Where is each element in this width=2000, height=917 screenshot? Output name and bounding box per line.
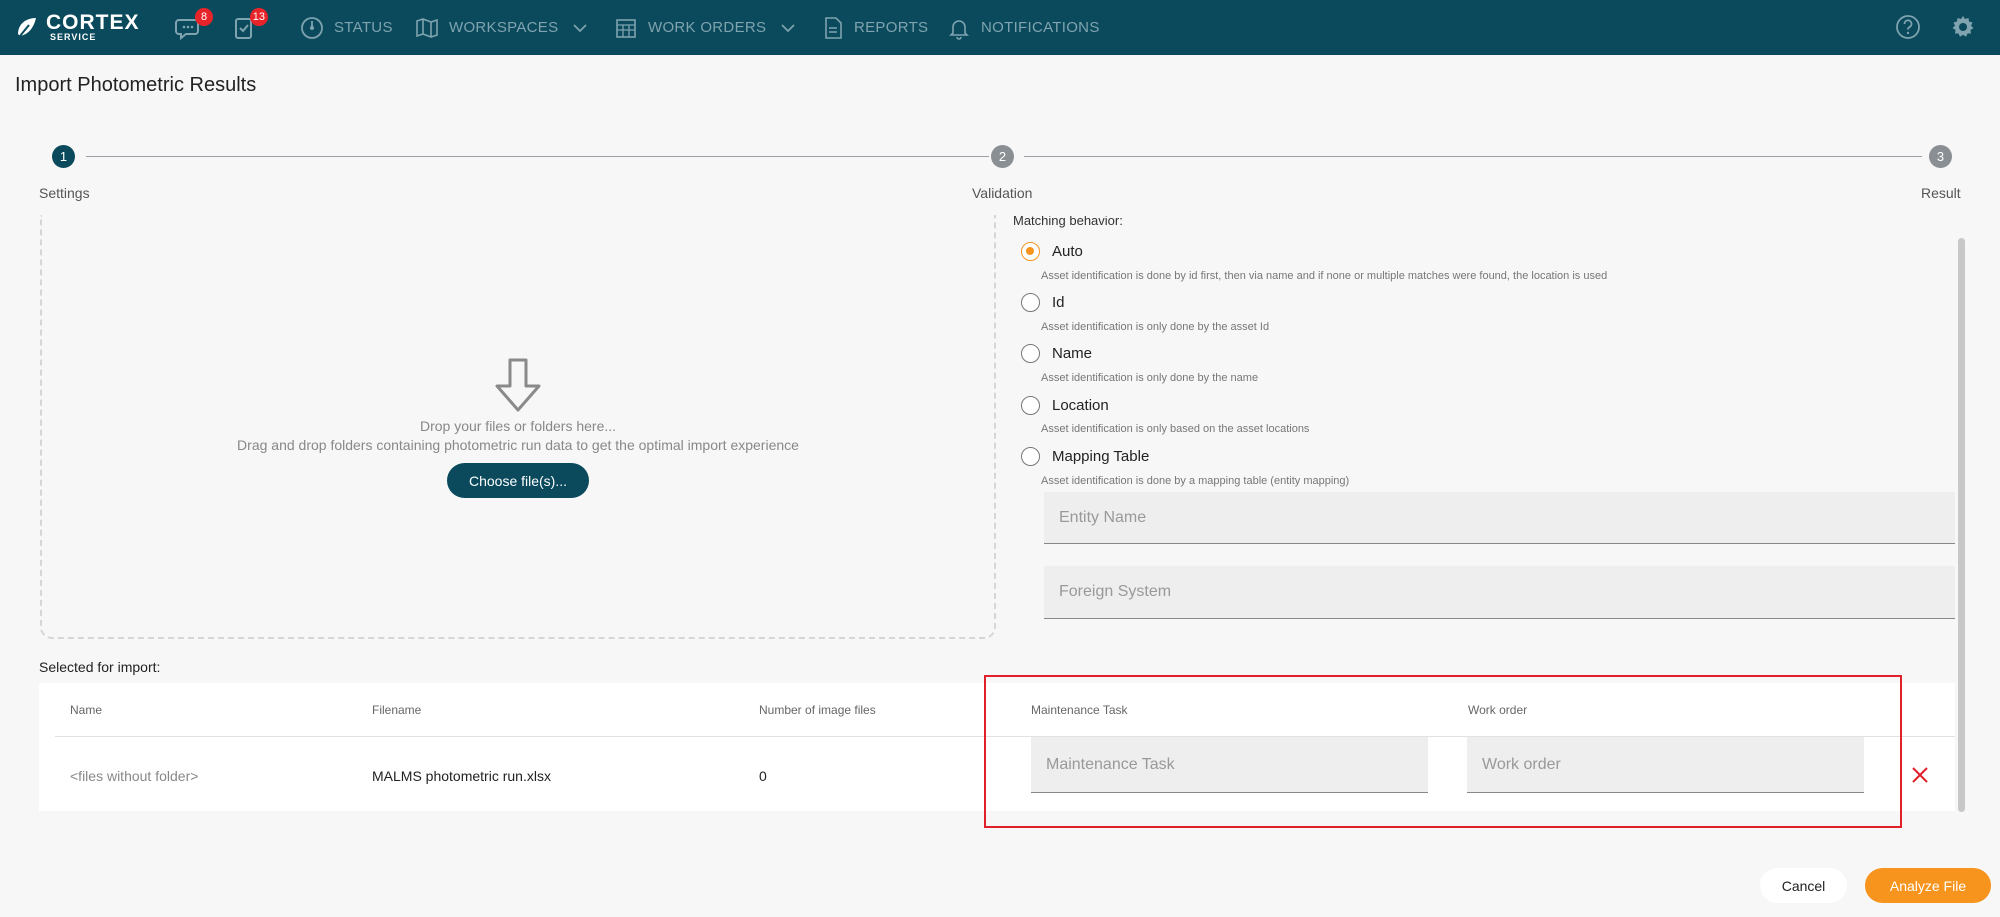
nav-reports-label: REPORTS	[854, 19, 929, 36]
step-2-indicator[interactable]: 2	[991, 145, 1014, 168]
radio-id-description: Asset identification is only done by the…	[1041, 321, 1270, 333]
selected-for-import-label: Selected for import:	[39, 659, 161, 675]
foreign-system-placeholder: Foreign System	[1059, 583, 1172, 600]
radio-button[interactable]	[1021, 293, 1040, 312]
nav-work-orders[interactable]: WORK ORDERS	[614, 0, 796, 55]
column-header-filename: Filename	[372, 703, 422, 717]
nav-status[interactable]: STATUS	[300, 0, 393, 55]
step-3-label: Result	[1921, 185, 1961, 201]
gauge-icon	[301, 16, 323, 39]
radio-button[interactable]	[1021, 447, 1040, 466]
nav-notifications[interactable]: NOTIFICATIONS	[947, 0, 1100, 55]
radio-auto[interactable]: Auto	[1021, 242, 1083, 261]
step-3-indicator[interactable]: 3	[1929, 145, 1952, 168]
map-icon	[416, 17, 438, 38]
download-arrow-icon	[495, 358, 541, 412]
step-1-indicator[interactable]: 1	[52, 145, 75, 168]
radio-name-description: Asset identification is only done by the…	[1041, 372, 1259, 384]
dropzone-hint: Drag and drop folders containing photome…	[237, 437, 799, 453]
radio-location-label: Location	[1052, 397, 1109, 414]
radio-mapping-table-description: Asset identification is done by a mappin…	[1041, 475, 1350, 487]
page-title: Import Photometric Results	[15, 74, 257, 96]
document-icon	[825, 16, 842, 39]
nav-status-label: STATUS	[334, 19, 393, 36]
row-image-count: 0	[759, 768, 767, 784]
row-filename: MALMS photometric run.xlsx	[372, 768, 551, 784]
column-header-name: Name	[70, 703, 103, 717]
logo-sub-text: SERVICE	[50, 32, 97, 42]
choose-files-button[interactable]: Choose file(s)...	[447, 463, 589, 498]
calendar-icon	[616, 18, 636, 38]
radio-name[interactable]: Name	[1021, 344, 1092, 363]
dropzone-instruction: Drop your files or folders here...	[419, 418, 617, 434]
radio-button[interactable]	[1021, 344, 1040, 363]
chevron-down-icon	[573, 23, 588, 32]
chat-badge: 8	[195, 8, 213, 26]
row-name: <files without folder>	[70, 768, 199, 784]
tasks-button[interactable]: 13	[230, 8, 268, 42]
help-button[interactable]	[1895, 14, 1921, 40]
radio-button[interactable]	[1021, 396, 1040, 415]
help-icon	[1896, 15, 1920, 39]
cortex-logo[interactable]: CORTEX SERVICE	[14, 12, 140, 42]
logo-leaf-icon	[18, 18, 36, 37]
radio-button[interactable]	[1021, 242, 1040, 261]
step-1-label: Settings	[39, 185, 90, 201]
entity-name-field[interactable]: Entity Name	[1044, 492, 1955, 544]
chat-button[interactable]: 8	[175, 8, 213, 42]
radio-name-label: Name	[1052, 345, 1093, 362]
remove-row-icon[interactable]	[1910, 765, 1930, 785]
radio-location-description: Asset identification is only based on th…	[1041, 423, 1310, 435]
radio-id[interactable]: Id	[1021, 293, 1065, 312]
radio-id-label: Id	[1052, 294, 1065, 311]
tasks-badge: 13	[249, 8, 268, 26]
stepper-line	[1024, 156, 1922, 157]
stepper-line	[86, 156, 989, 157]
nav-workspaces-label: WORKSPACES	[449, 19, 559, 36]
radio-auto-description: Asset identification is done by id first…	[1041, 270, 1608, 282]
top-navigation-bar: CORTEX SERVICE 8 13 STATUS WORKSPACES WO…	[0, 0, 2000, 55]
nav-work-orders-label: WORK ORDERS	[648, 19, 767, 36]
cancel-button[interactable]: Cancel	[1760, 868, 1847, 903]
settings-button[interactable]	[1950, 14, 1976, 40]
entity-name-placeholder: Entity Name	[1059, 508, 1147, 526]
radio-location[interactable]: Location	[1021, 396, 1109, 415]
nav-workspaces[interactable]: WORKSPACES	[415, 0, 588, 55]
radio-mapping-table-label: Mapping Table	[1052, 448, 1150, 465]
nav-reports[interactable]: REPORTS	[822, 0, 928, 55]
nav-notifications-label: NOTIFICATIONS	[981, 19, 1100, 36]
scrollbar-thumb[interactable]	[1958, 238, 1965, 812]
step-2-label: Validation	[972, 185, 1033, 201]
gear-icon	[1952, 16, 1974, 37]
bell-icon	[949, 19, 969, 40]
chevron-down-icon	[781, 23, 795, 32]
column-header-image-count: Number of image files	[759, 703, 876, 717]
foreign-system-field[interactable]: Foreign System	[1044, 566, 1955, 619]
highlight-annotation-box	[984, 675, 1902, 828]
radio-auto-label: Auto	[1052, 243, 1083, 260]
analyze-file-button[interactable]: Analyze File	[1865, 868, 1991, 903]
radio-mapping-table[interactable]: Mapping Table	[1021, 447, 1149, 466]
matching-behavior-label: Matching behavior:	[1013, 216, 1123, 228]
logo-main-text: CORTEX	[46, 11, 140, 34]
